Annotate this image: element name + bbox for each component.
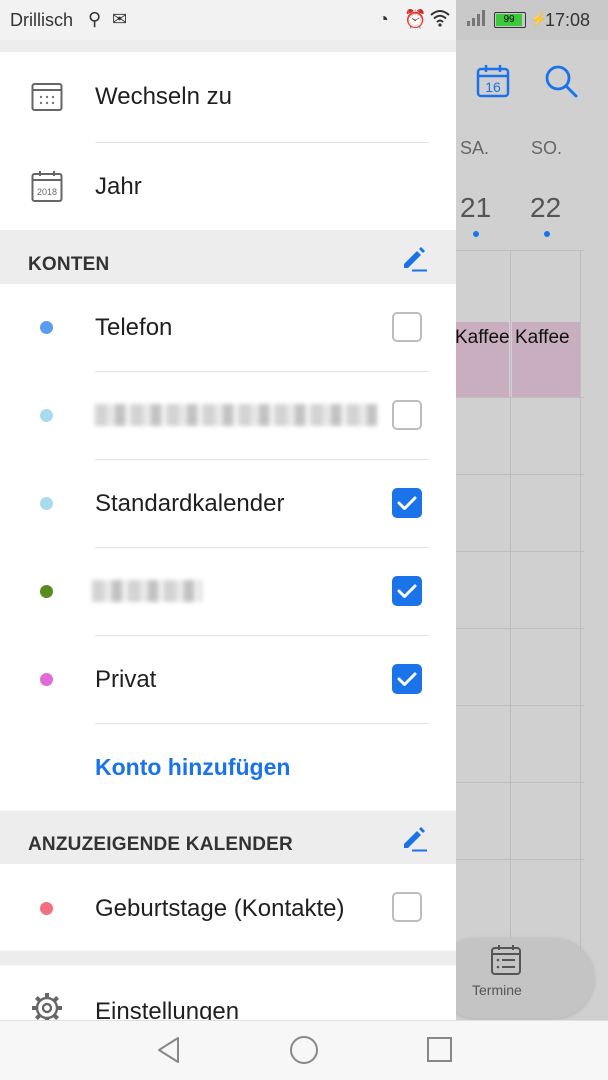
usb-icon: ⚲ <box>88 9 102 29</box>
menu-item-label: Wechseln zu <box>95 83 232 110</box>
battery-icon: 99 <box>494 12 526 28</box>
calendar-background: 16 SA. SO. 21 22 Kaffee Kaffee Termine <box>436 40 608 1020</box>
navigation-drawer: Wechseln zu 2018 Jahr KONTEN Telefon Sta… <box>0 40 456 1020</box>
termine-tab[interactable]: Termine <box>436 938 594 1018</box>
menu-item-einstellungen[interactable]: Einstellungen <box>0 965 456 1020</box>
menu-item-jahr[interactable]: 2018 Jahr <box>0 143 456 230</box>
edit-calendars-pencil-icon[interactable] <box>400 824 428 852</box>
alarm-icon: ⏰ <box>404 9 427 29</box>
section-title-anzuzeigende-kalender: ANZUZEIGENDE KALENDER <box>28 834 293 855</box>
account-checkbox[interactable] <box>392 664 422 694</box>
home-icon[interactable] <box>289 1035 319 1070</box>
calendar-color-dot <box>40 902 53 915</box>
calendar-label: Geburtstage (Kontakte) <box>95 895 345 922</box>
checkmark-icon <box>397 496 417 510</box>
accounts-card: Telefon Standardkalender Privat Konto hi… <box>0 284 456 811</box>
battery-level: 99 <box>496 14 522 26</box>
search-icon[interactable] <box>544 64 578 103</box>
wifi-icon <box>430 9 450 31</box>
calendar-row-geburtstage[interactable]: Geburtstage (Kontakte) <box>0 864 456 951</box>
day-number-sat[interactable]: 21 <box>460 192 491 224</box>
checkmark-icon <box>397 584 417 598</box>
account-row-standardkalender[interactable]: Standardkalender <box>0 460 456 547</box>
day-number-sun[interactable]: 22 <box>530 192 561 224</box>
termine-label: Termine <box>472 982 522 998</box>
account-row-telefon[interactable]: Telefon <box>0 284 456 371</box>
recents-icon[interactable] <box>425 1035 455 1070</box>
event-block[interactable]: Kaffee <box>452 322 509 397</box>
agenda-icon <box>490 944 522 981</box>
menu-item-label: Jahr <box>95 173 142 200</box>
account-checkbox[interactable] <box>392 576 422 606</box>
account-row-privat[interactable]: Privat <box>0 636 456 723</box>
status-bar: Drillisch ⚲ ✉ ◔ ⏰ 99 ⚡ 17:08 <box>0 0 608 40</box>
svg-text:2018: 2018 <box>37 187 57 197</box>
account-row-redacted[interactable] <box>0 548 456 635</box>
redacted-account-name <box>95 404 377 426</box>
settings-card: Einstellungen <box>0 965 456 1020</box>
account-color-dot <box>40 321 53 334</box>
edit-accounts-pencil-icon[interactable] <box>400 244 428 272</box>
day-name-sat: SA. <box>460 138 490 158</box>
account-color-dot <box>40 497 53 510</box>
account-color-dot <box>40 585 53 598</box>
account-color-dot <box>40 409 53 422</box>
calendar-switch-icon <box>31 82 63 117</box>
back-icon[interactable] <box>154 1035 184 1070</box>
svg-text:16: 16 <box>485 79 501 95</box>
menu-item-wechseln-zu[interactable]: Wechseln zu <box>0 52 456 142</box>
calendar-checkbox[interactable] <box>392 892 422 922</box>
redacted-account-name <box>92 580 202 602</box>
event-block[interactable]: Kaffee <box>512 322 580 397</box>
account-label: Standardkalender <box>95 490 285 517</box>
menu-item-label: Einstellungen <box>95 998 240 1020</box>
account-row-email[interactable] <box>0 372 456 459</box>
sync-icon: ◔ <box>378 9 389 29</box>
gear-icon <box>30 991 64 1020</box>
account-color-dot <box>40 673 53 686</box>
checkmark-icon <box>397 672 417 686</box>
account-checkbox[interactable] <box>392 488 422 518</box>
signal-icon <box>466 9 488 31</box>
clock: 17:08 <box>545 10 591 30</box>
add-account-link[interactable]: Konto hinzufügen <box>95 754 290 781</box>
carrier-label: Drillisch <box>10 10 73 30</box>
section-title-konten: KONTEN <box>28 254 110 275</box>
event-dot <box>473 231 479 237</box>
account-label: Telefon <box>95 314 173 341</box>
mail-icon: ✉ <box>112 9 128 29</box>
account-checkbox[interactable] <box>392 400 422 430</box>
view-options-card: Wechseln zu 2018 Jahr <box>0 52 456 230</box>
calendar-year-icon: 2018 <box>31 171 63 208</box>
today-calendar-icon[interactable]: 16 <box>476 64 510 103</box>
day-name-sun: SO. <box>531 138 563 158</box>
account-checkbox[interactable] <box>392 312 422 342</box>
event-dot <box>544 231 550 237</box>
system-navigation-bar <box>0 1020 608 1080</box>
calendars-card: Geburtstage (Kontakte) <box>0 864 456 951</box>
account-label: Privat <box>95 666 157 693</box>
